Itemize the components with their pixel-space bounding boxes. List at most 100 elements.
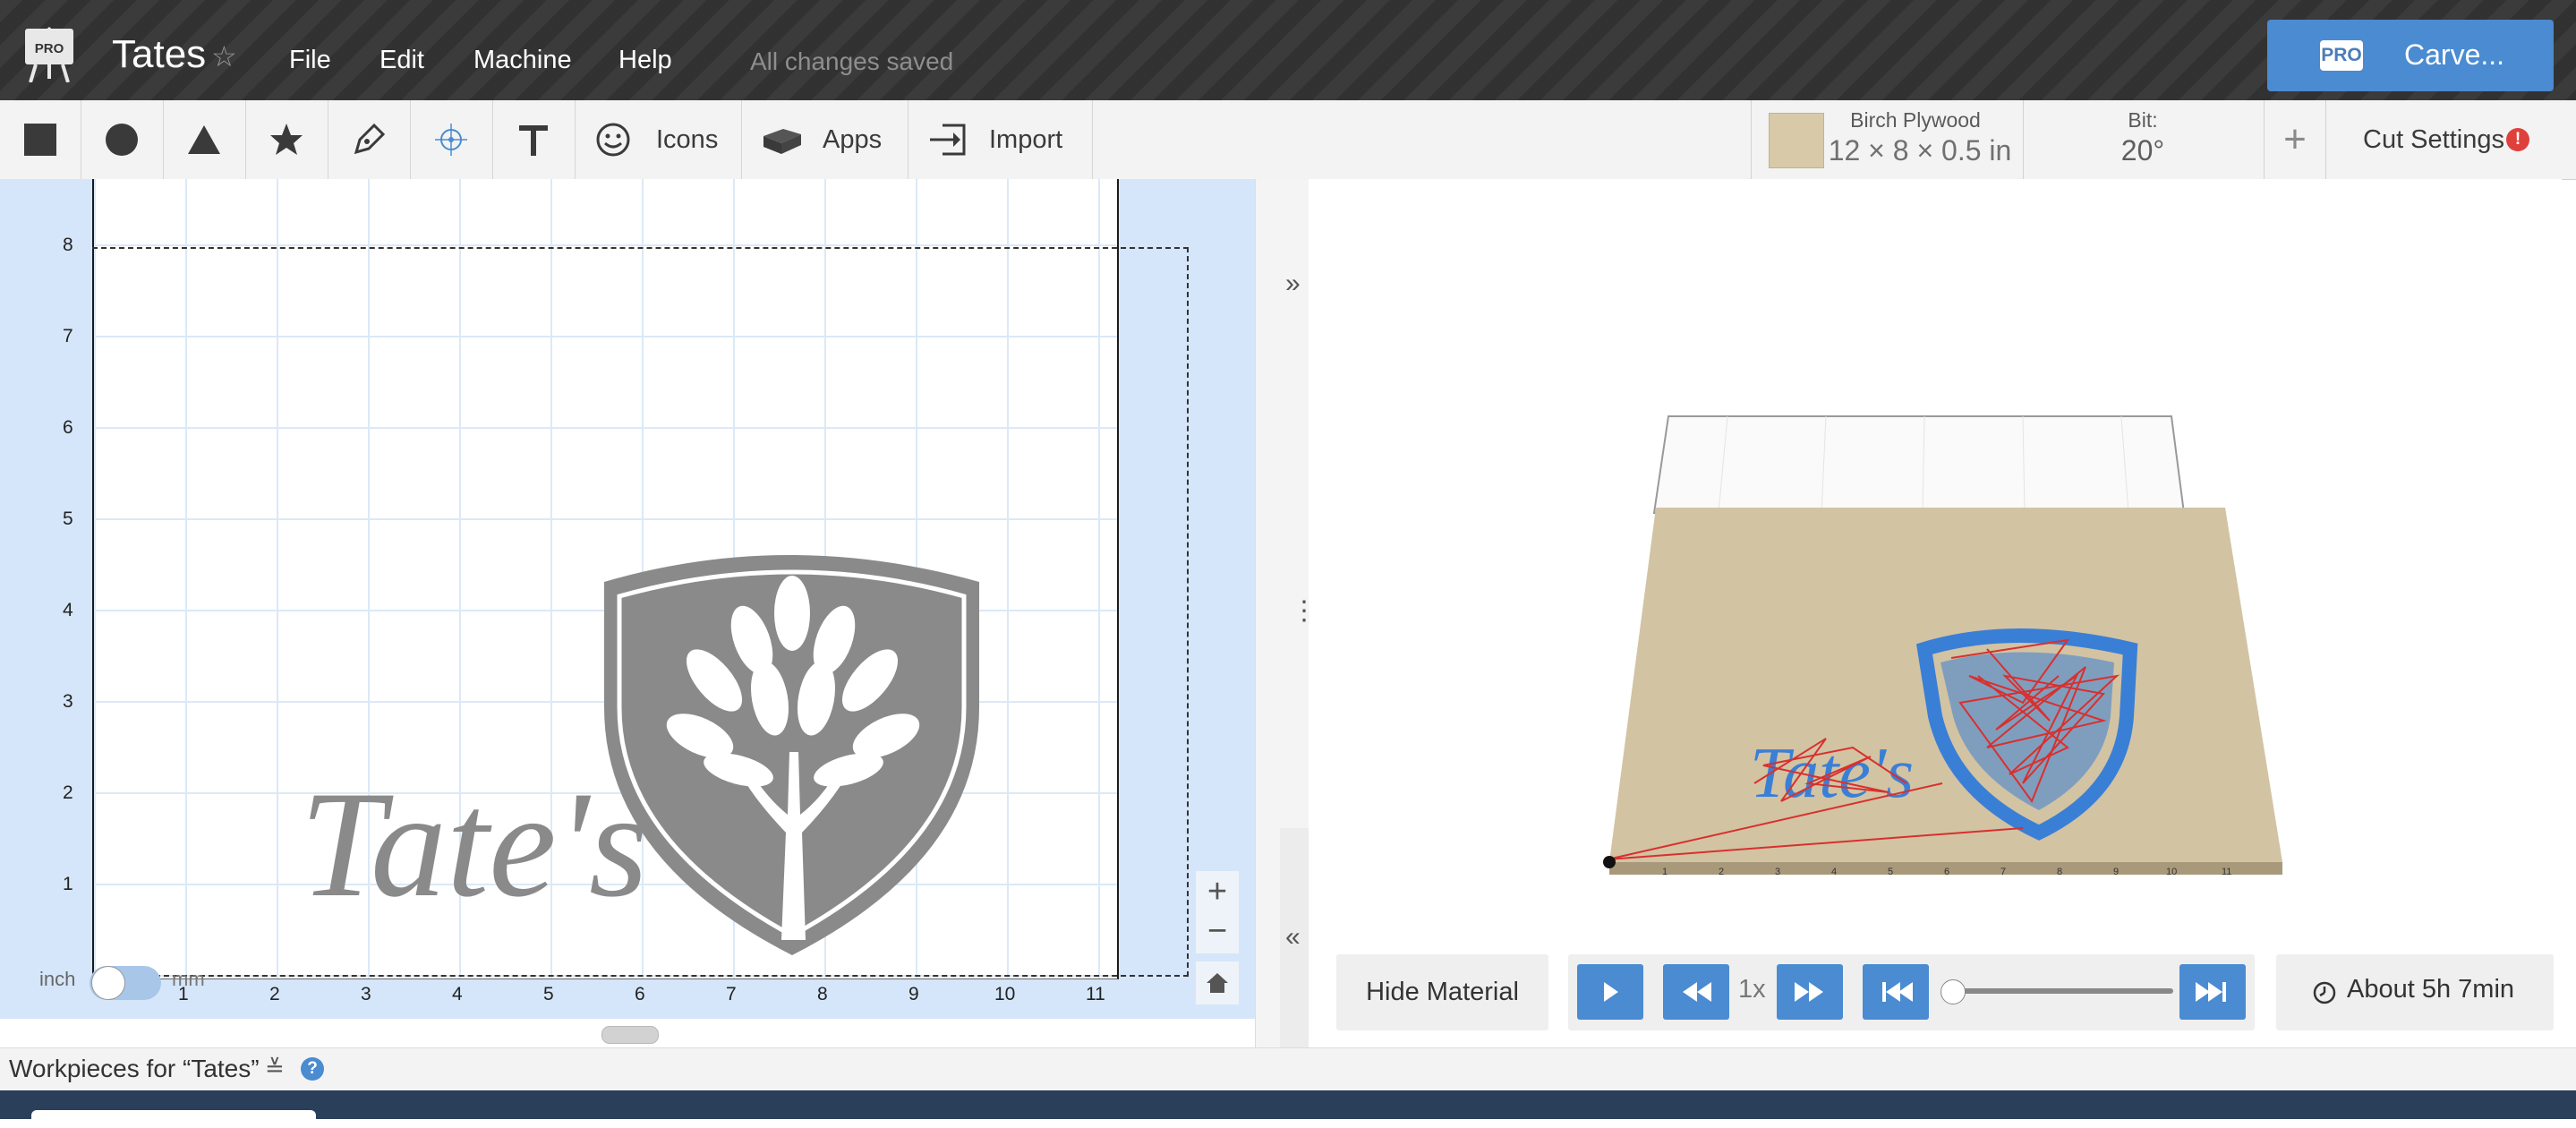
skip-to-end-button[interactable] — [2179, 964, 2246, 1020]
preview-x-tick: 10 — [2166, 867, 2177, 877]
skip-to-start-button[interactable] — [1863, 964, 1929, 1020]
menu-help[interactable]: Help — [618, 46, 672, 75]
x-tick: 2 — [269, 984, 280, 1004]
home-view-button[interactable] — [1196, 961, 1239, 1004]
clock-icon — [2313, 981, 2336, 1004]
y-tick: 4 — [63, 600, 73, 620]
save-status: All changes saved — [750, 47, 954, 75]
circle-tool-button[interactable] — [81, 100, 164, 179]
fast-forward-button[interactable] — [1777, 964, 1843, 1020]
preview-x-tick: 4 — [1831, 867, 1837, 877]
tates-logo-design[interactable]: Tate's — [286, 528, 1002, 967]
y-tick: 1 — [63, 874, 73, 894]
square-tool-button[interactable] — [0, 100, 81, 179]
skip-start-icon — [1882, 982, 1913, 1002]
zoom-in-button[interactable]: + — [1196, 871, 1239, 914]
hide-material-button[interactable]: Hide Material — [1336, 954, 1548, 1030]
progress-slider[interactable] — [1951, 988, 2173, 994]
chevron-down-icon[interactable]: ≚ — [265, 1055, 285, 1082]
preview-x-tick: 7 — [2000, 867, 2006, 877]
point-tool-button[interactable] — [411, 100, 493, 179]
unit-toggle-knob[interactable] — [91, 966, 125, 1000]
preview-x-tick: 8 — [2057, 867, 2062, 877]
pen-icon — [354, 123, 386, 155]
zoom-out-button[interactable]: − — [1196, 910, 1239, 953]
workpieces-title[interactable]: Workpieces for “Tates” — [9, 1055, 260, 1083]
pro-badge: PRO — [2320, 40, 2363, 71]
preview-x-tick: 2 — [1719, 867, 1724, 877]
square-icon — [24, 124, 56, 156]
rewind-button[interactable] — [1663, 964, 1729, 1020]
y-tick: 5 — [63, 508, 73, 529]
workpiece-tab[interactable] — [31, 1110, 316, 1128]
footer-bar — [0, 1090, 2576, 1119]
expand-left-icon[interactable]: « — [1285, 922, 1301, 953]
alert-icon: ! — [2506, 128, 2529, 151]
pen-tool-button[interactable] — [328, 100, 411, 179]
cut-settings-button[interactable]: Cut Settings — [2363, 125, 2504, 155]
bit-value: 20° — [2120, 134, 2165, 167]
import-label: Import — [989, 125, 1063, 154]
x-tick: 8 — [817, 984, 828, 1004]
x-tick: 4 — [452, 984, 463, 1004]
menu-machine[interactable]: Machine — [473, 46, 572, 75]
material-swatch — [1769, 113, 1824, 168]
expand-right-icon[interactable]: » — [1285, 269, 1301, 299]
y-tick: 6 — [63, 417, 73, 438]
project-title[interactable]: Tates — [112, 32, 206, 77]
playback-speed[interactable]: 1x — [1738, 975, 1766, 1004]
x-tick: 9 — [908, 984, 919, 1004]
circle-icon — [106, 124, 138, 156]
preview-x-tick: 9 — [2113, 867, 2119, 877]
text-icon — [519, 125, 548, 156]
unit-inch-label: inch — [39, 968, 76, 990]
preview-x-tick: 11 — [2222, 867, 2231, 877]
3d-preview[interactable]: Tate's 1 2 3 4 5 6 7 8 9 10 11 — [1602, 407, 2300, 891]
unit-mm-label: mm — [172, 968, 205, 990]
x-tick: 6 — [635, 984, 645, 1004]
smiley-icon — [596, 123, 630, 157]
help-icon[interactable]: ? — [301, 1057, 324, 1081]
preview-x-tick: 5 — [1888, 867, 1893, 877]
menu-file[interactable]: File — [289, 46, 331, 75]
time-estimate: About 5h 7min — [2347, 975, 2515, 1004]
logo-pro-text: PRO — [35, 41, 64, 56]
play-button[interactable] — [1577, 964, 1643, 1020]
crosshair-icon — [435, 124, 467, 156]
workpieces-bar — [0, 1047, 2576, 1091]
horizontal-scrollbar[interactable] — [601, 1026, 659, 1044]
x-tick: 5 — [543, 984, 554, 1004]
home-icon — [1207, 973, 1228, 993]
menu-edit[interactable]: Edit — [380, 46, 424, 75]
skip-end-icon — [2196, 982, 2226, 1002]
preview-x-tick: 3 — [1775, 867, 1780, 877]
play-icon — [1604, 982, 1618, 1002]
lego-brick-icon — [763, 129, 801, 154]
x-tick: 11 — [1086, 984, 1105, 1004]
y-tick: 2 — [63, 782, 73, 803]
bit-label: Bit: — [2128, 108, 2158, 132]
apps-label: Apps — [823, 125, 883, 154]
design-script-text: Tate's — [300, 760, 648, 928]
x-tick: 10 — [994, 984, 1016, 1004]
fast-forward-icon — [1795, 982, 1823, 1002]
star-shape-icon — [270, 124, 303, 155]
import-icon — [930, 124, 966, 156]
carve-label: Carve... — [2404, 38, 2505, 71]
text-tool-button[interactable] — [493, 100, 576, 179]
preview-x-tick: 1 — [1662, 867, 1668, 877]
favorite-star-icon[interactable]: ☆ — [211, 39, 237, 73]
star-tool-button[interactable] — [246, 100, 328, 179]
easel-logo-icon[interactable]: PRO — [23, 27, 75, 82]
x-tick: 3 — [361, 984, 371, 1004]
y-tick: 3 — [63, 691, 73, 712]
triangle-tool-button[interactable] — [164, 100, 246, 179]
add-bit-button[interactable]: + — [2264, 100, 2326, 179]
material-dimensions: 12 × 8 × 0.5 in — [1828, 134, 2012, 167]
material-name: Birch Plywood — [1850, 108, 1981, 132]
triangle-icon — [188, 125, 220, 154]
rewind-icon — [1683, 982, 1711, 1002]
icons-label: Icons — [656, 125, 719, 154]
progress-slider-knob[interactable] — [1941, 979, 1966, 1004]
y-tick: 7 — [63, 326, 73, 346]
